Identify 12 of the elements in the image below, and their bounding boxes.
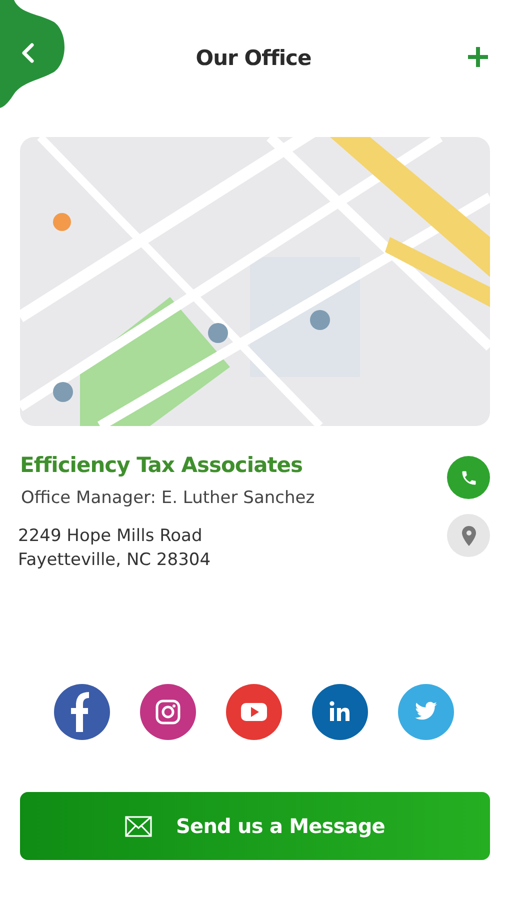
phone-icon	[460, 468, 478, 486]
send-message-button[interactable]: Send us a Message	[20, 792, 490, 860]
envelope-icon	[125, 816, 152, 836]
office-name: Efficiency Tax Associates	[20, 452, 304, 479]
call-button[interactable]	[447, 456, 490, 499]
map-pin-icon	[462, 526, 476, 546]
directions-button[interactable]	[447, 514, 490, 557]
add-button[interactable]	[465, 44, 491, 70]
office-address: 2249 Hope Mills Road Fayetteville, NC 28304	[18, 525, 212, 572]
page-title: Our Office	[196, 44, 312, 72]
back-button[interactable]	[0, 0, 66, 108]
manager-name: Office Manager: E. Luther Sanchez	[21, 486, 316, 510]
